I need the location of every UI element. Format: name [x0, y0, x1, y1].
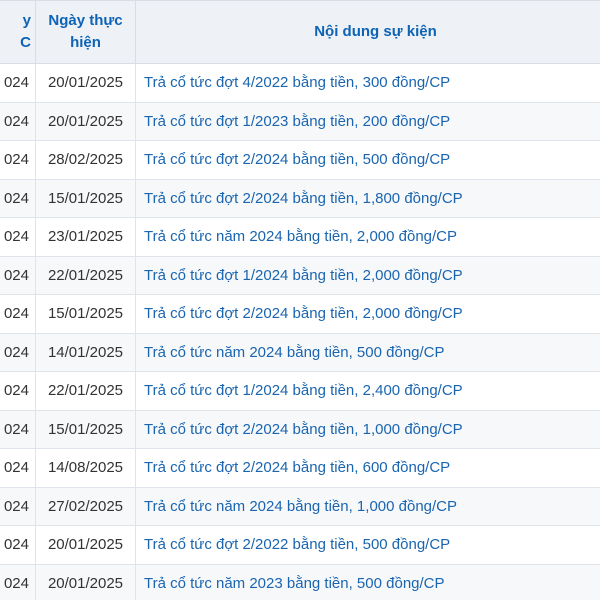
execution-date-cell: 22/01/2025: [35, 371, 136, 411]
table-row: 024 22/01/2025 Trả cổ tức đợt 1/2024 bằn…: [0, 371, 600, 411]
execution-date-cell: 20/01/2025: [35, 525, 136, 565]
record-date-cell: 024: [0, 294, 36, 334]
execution-date-cell: 20/01/2025: [35, 563, 136, 600]
record-date-cell: 024: [0, 448, 36, 488]
table-row: 024 28/02/2025 Trả cổ tức đợt 2/2024 bằn…: [0, 140, 600, 180]
record-date-cell: 024: [0, 63, 36, 103]
record-date-cell: 024: [0, 371, 36, 411]
event-link[interactable]: Trả cổ tức đợt 2/2024 bằng tiền, 2,000 đ…: [135, 294, 600, 334]
event-link[interactable]: Trả cổ tức đợt 2/2024 bằng tiền, 1,000 đ…: [135, 409, 600, 449]
event-link[interactable]: Trả cổ tức năm 2024 bằng tiền, 500 đồng/…: [135, 332, 600, 372]
record-date-cell: 024: [0, 178, 36, 218]
record-date-cell: 024: [0, 486, 36, 526]
record-date-cell: 024: [0, 409, 36, 449]
execution-date-cell: 15/01/2025: [35, 409, 136, 449]
execution-date-cell: 20/01/2025: [35, 101, 136, 141]
table-row: 024 15/01/2025 Trả cổ tức đợt 2/2024 bằn…: [0, 294, 600, 334]
record-date-cell: 024: [0, 525, 36, 565]
record-date-cell: 024: [0, 332, 36, 372]
execution-date-cell: 22/01/2025: [35, 255, 136, 295]
event-link[interactable]: Trả cổ tức năm 2024 bằng tiền, 1,000 đồn…: [135, 486, 600, 526]
header-execution-date-label: Ngày thực hiện: [48, 12, 123, 51]
header-event-content-label: Nội dung sự kiện: [314, 23, 437, 40]
events-table: y C Ngày thực hiện Nội dung sự kiện 024 …: [0, 0, 600, 600]
table-row: 024 15/01/2025 Trả cổ tức đợt 2/2024 bằn…: [0, 409, 600, 449]
table-row: 024 14/01/2025 Trả cổ tức năm 2024 bằng …: [0, 332, 600, 372]
event-link[interactable]: Trả cổ tức năm 2023 bằng tiền, 500 đồng/…: [135, 563, 600, 600]
event-link[interactable]: Trả cổ tức đợt 2/2022 bằng tiền, 500 đồn…: [135, 525, 600, 565]
table-row: 024 20/01/2025 Trả cổ tức đợt 4/2022 bằn…: [0, 63, 600, 103]
event-link[interactable]: Trả cổ tức đợt 1/2023 bằng tiền, 200 đồn…: [135, 101, 600, 141]
table-row: 024 22/01/2025 Trả cổ tức đợt 1/2024 bằn…: [0, 255, 600, 295]
event-link[interactable]: Trả cổ tức đợt 2/2024 bằng tiền, 600 đồn…: [135, 448, 600, 488]
header-record-date[interactable]: y C: [0, 0, 36, 64]
execution-date-cell: 28/02/2025: [35, 140, 136, 180]
table-header-row: y C Ngày thực hiện Nội dung sự kiện: [0, 0, 600, 64]
execution-date-cell: 14/01/2025: [35, 332, 136, 372]
record-date-cell: 024: [0, 217, 36, 257]
event-link[interactable]: Trả cổ tức đợt 2/2024 bằng tiền, 1,800 đ…: [135, 178, 600, 218]
execution-date-cell: 20/01/2025: [35, 63, 136, 103]
event-link[interactable]: Trả cổ tức đợt 1/2024 bằng tiền, 2,000 đ…: [135, 255, 600, 295]
table-row: 024 20/01/2025 Trả cổ tức đợt 2/2022 bằn…: [0, 525, 600, 565]
table-row: 024 27/02/2025 Trả cổ tức năm 2024 bằng …: [0, 486, 600, 526]
event-link[interactable]: Trả cổ tức năm 2024 bằng tiền, 2,000 đồn…: [135, 217, 600, 257]
table-row: 024 15/01/2025 Trả cổ tức đợt 2/2024 bằn…: [0, 178, 600, 218]
execution-date-cell: 15/01/2025: [35, 294, 136, 334]
record-date-cell: 024: [0, 255, 36, 295]
event-link[interactable]: Trả cổ tức đợt 2/2024 bằng tiền, 500 đồn…: [135, 140, 600, 180]
table-row: 024 20/01/2025 Trả cổ tức đợt 1/2023 bằn…: [0, 101, 600, 141]
event-link[interactable]: Trả cổ tức đợt 4/2022 bằng tiền, 300 đồn…: [135, 63, 600, 103]
record-date-cell: 024: [0, 140, 36, 180]
record-date-cell: 024: [0, 563, 36, 600]
header-execution-date[interactable]: Ngày thực hiện: [35, 0, 136, 64]
execution-date-cell: 15/01/2025: [35, 178, 136, 218]
events-table-viewport: y C Ngày thực hiện Nội dung sự kiện 024 …: [0, 0, 600, 600]
execution-date-cell: 14/08/2025: [35, 448, 136, 488]
table-row: 024 23/01/2025 Trả cổ tức năm 2024 bằng …: [0, 217, 600, 257]
execution-date-cell: 27/02/2025: [35, 486, 136, 526]
table-row: 024 20/01/2025 Trả cổ tức năm 2023 bằng …: [0, 563, 600, 600]
header-record-date-label: y C: [20, 12, 31, 51]
execution-date-cell: 23/01/2025: [35, 217, 136, 257]
event-link[interactable]: Trả cổ tức đợt 1/2024 bằng tiền, 2,400 đ…: [135, 371, 600, 411]
record-date-cell: 024: [0, 101, 36, 141]
table-row: 024 14/08/2025 Trả cổ tức đợt 2/2024 bằn…: [0, 448, 600, 488]
header-event-content[interactable]: Nội dung sự kiện: [135, 0, 600, 64]
